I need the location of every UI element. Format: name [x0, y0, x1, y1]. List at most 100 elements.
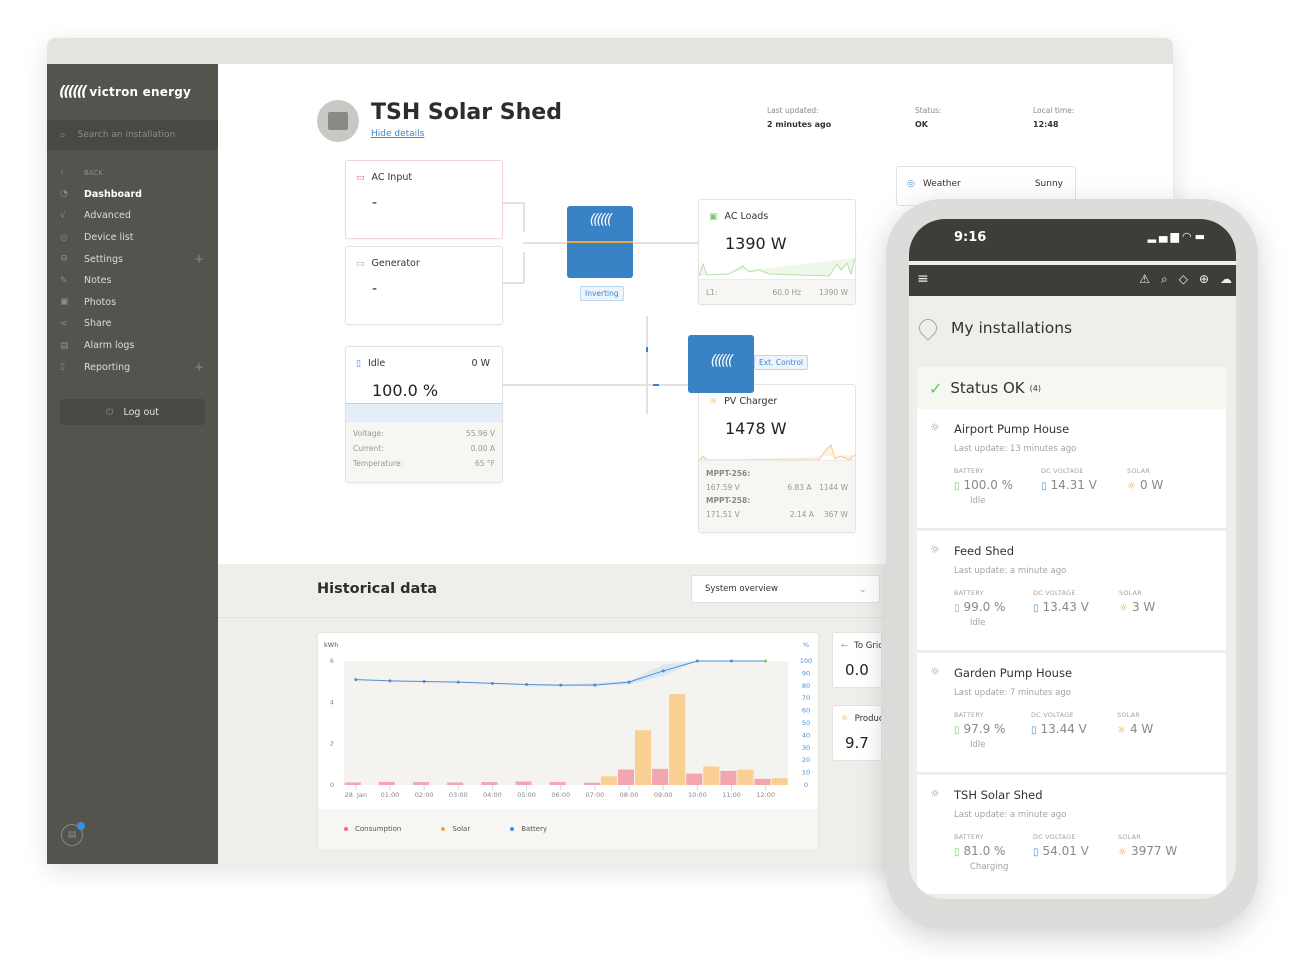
notifications-button[interactable]: ▤ [61, 822, 85, 846]
installation-item[interactable]: ☼ TSH Solar Shed Last update: a minute a… [917, 775, 1226, 895]
mppt-row: 171.51 V 2.14 A 367 W [699, 507, 855, 521]
consumption-bar [515, 781, 532, 785]
sidebar-item-notes[interactable]: ✎ Notes [47, 270, 218, 292]
solar-bar [669, 694, 686, 785]
legend-label: Solar [452, 825, 471, 833]
sidebar-item-device-list[interactable]: ◎ Device list [47, 227, 218, 249]
to-grid-title: ← To Grid [841, 641, 881, 651]
sidebar-item-label: Advanced [84, 210, 131, 222]
solar-bar [600, 776, 617, 785]
toolbar-actions: ⚠ ⌕ ◇ ⊕ ☁ [1139, 272, 1232, 287]
phase-power-value: 1390 W [819, 287, 848, 297]
weather-value: Sunny [1034, 179, 1063, 189]
sidebar-item-share[interactable]: < Share [47, 313, 218, 335]
to-grid-card[interactable]: ← To Grid 0.0 [832, 632, 882, 688]
voltage-row: Voltage: 55.96 V [346, 426, 502, 441]
legend-dot [510, 827, 515, 831]
y-tick-label: 4 [330, 698, 334, 706]
expand-plus-icon[interactable]: + [194, 252, 204, 266]
sidebar-item-photos[interactable]: ▣ Photos [47, 292, 218, 314]
sun-icon: ☼ [930, 787, 940, 800]
battery-state: Idle [970, 740, 986, 750]
current-row: Current: 0.00 A [346, 441, 502, 456]
x-tick-label: 02:00 [415, 791, 434, 799]
search-icon: ⌕ [60, 129, 66, 141]
hamburger-menu-icon[interactable]: ≡ [917, 271, 929, 287]
sidebar-nav: ‹ BACK ◔ Dashboard √ Advanced ◎ Device list … [47, 150, 218, 378]
production-card[interactable]: ☼ Production 9.7 [832, 705, 882, 761]
solar-metric: SOLAR ☼ 4 W [1117, 711, 1153, 736]
location-pin-icon [915, 315, 941, 341]
weather-label: Weather [922, 179, 961, 189]
installation-item[interactable]: ☼ Feed Shed Last update: a minute ago BA… [917, 531, 1226, 651]
status-ok-group[interactable]: ✓ Status OK (4) [917, 367, 1226, 409]
alert-icon[interactable]: ⚠ [1139, 272, 1150, 287]
installation-item[interactable]: ☼ Airport Pump House Last update: 13 min… [917, 409, 1226, 529]
legend-battery[interactable]: Battery [510, 825, 547, 833]
brand-logo[interactable]: (((((( victron energy [47, 64, 218, 120]
sidebar-item-reporting[interactable]: ▯ Reporting + [47, 356, 218, 378]
sun-icon: ☼ [841, 714, 849, 724]
y2-tick-label: 90 [802, 669, 810, 677]
victron-logo-icon: (((((( [59, 84, 87, 100]
y2-tick-label: 80 [802, 682, 810, 690]
legend-solar[interactable]: Solar [441, 825, 470, 833]
outlet-icon: ▣ [709, 211, 718, 222]
legend-consumption[interactable]: Consumption [344, 825, 401, 833]
connector-line [523, 202, 525, 232]
temperature-value: 65 °F [475, 459, 495, 468]
battery-power: 0 W [471, 358, 490, 369]
mppt-name: MPPT-256: [706, 469, 751, 478]
globe-icon[interactable]: ⊕ [1199, 272, 1209, 287]
solar-metric: SOLAR ☼ 3977 W [1118, 833, 1177, 858]
chart-type-select[interactable]: System overview ⌄ [691, 575, 880, 603]
logout-button[interactable]: ⏻ Log out [60, 399, 205, 425]
search-icon[interactable]: ⌕ [1161, 272, 1168, 287]
solar-metric: SOLAR ☼ 3 W [1119, 589, 1155, 614]
page-title: TSH Solar Shed [371, 100, 562, 125]
solar-charger-device[interactable]: (((((( [688, 335, 754, 393]
chevron-left-icon: ‹ [60, 167, 64, 178]
share-icon: < [60, 318, 68, 329]
hide-details-link[interactable]: Hide details [371, 129, 424, 139]
cloud-download-icon[interactable]: ☁ [1220, 272, 1232, 287]
metric-label: SOLAR [1127, 467, 1150, 475]
x-tick-label: 11:00 [722, 791, 741, 799]
ac-bus-indicator [567, 241, 633, 243]
search-installation-input[interactable]: ⌕ Search an installation [47, 120, 218, 150]
installation-item[interactable]: ☼ Garden Pump House Last update: 7 minut… [917, 653, 1226, 773]
dc-voltage-metric: DC VOLTAGE ▯ 54.01 V [1033, 833, 1089, 858]
sun-icon: ☼ [930, 665, 940, 678]
history-chart[interactable]: kWh %0246010203040506070809010028. Jan 01:… [318, 633, 820, 809]
ac-input-card[interactable]: ▭ AC Input - [345, 160, 503, 239]
generator-card[interactable]: ▭ Generator - [345, 246, 503, 325]
battery-card[interactable]: ▯ Idle 0 W 100.0 % Voltage: 55.96 V Curren… [345, 346, 503, 483]
battery-point [661, 669, 665, 673]
flow-indicator [653, 384, 659, 386]
sidebar-item-dashboard[interactable]: ◔ Dashboard [47, 184, 218, 206]
connector-line [502, 384, 692, 386]
battery-icon: ▯ [1031, 725, 1037, 736]
installations-title: My installations [951, 319, 1073, 337]
ext-control-tag: Ext. Control [754, 355, 808, 370]
x-tick-label: 06:00 [551, 791, 570, 799]
tag-icon[interactable]: ◇ [1179, 272, 1188, 287]
sidebar-item-label: Dashboard [84, 188, 142, 200]
battery-point [525, 683, 529, 687]
expand-plus-icon[interactable]: + [194, 360, 204, 374]
status-group-label: Status OK [950, 379, 1025, 397]
battery-value: 81.0 % [963, 844, 1006, 858]
local-time-label: Local time: [1033, 106, 1075, 115]
installation-name: TSH Solar Shed [954, 788, 1043, 802]
ac-loads-card[interactable]: ▣ AC Loads 1390 W L1: 60.0 Hz 1390 W [698, 199, 856, 305]
sidebar-item-alarm-logs[interactable]: ▤ Alarm logs [47, 335, 218, 357]
sidebar-item-advanced[interactable]: √ Advanced [47, 205, 218, 227]
sidebar-back[interactable]: ‹ BACK [47, 162, 218, 184]
ac-loads-label: AC Loads [724, 211, 769, 222]
sidebar-item-settings[interactable]: ⚙ Settings + [47, 248, 218, 270]
inverter-device[interactable]: (((((( [567, 206, 633, 278]
photo-icon: ▣ [60, 297, 69, 308]
pv-charger-card[interactable]: ☼ PV Charger 1478 W MPPT-256: 167.59 V 6.8… [698, 384, 856, 533]
metric-label: DC VOLTAGE [1033, 589, 1076, 597]
ac-loads-sparkline [699, 258, 855, 277]
